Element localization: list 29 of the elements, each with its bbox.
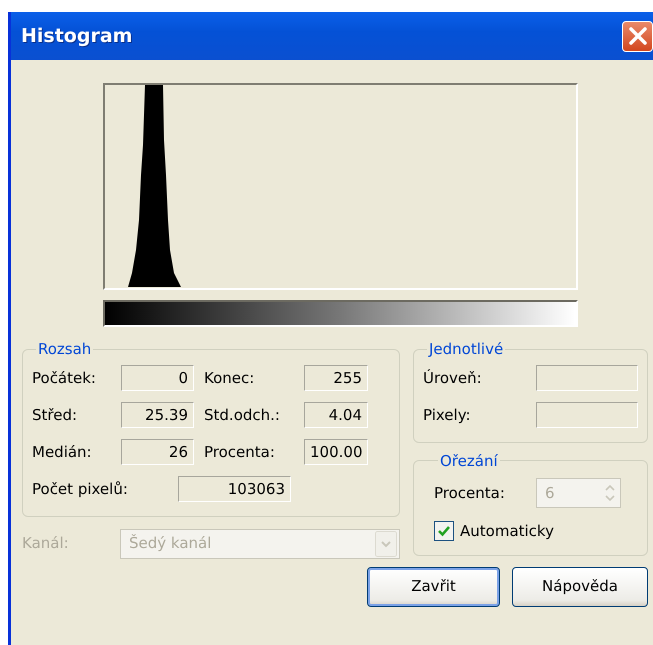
value-field: 255 [304, 365, 368, 391]
checkbox[interactable] [434, 521, 454, 541]
checkbox-label: Automaticky [460, 520, 554, 542]
field-label: Procenta: [204, 442, 276, 463]
group-title: Jednotlivé [427, 341, 504, 358]
check-icon [437, 524, 451, 538]
field-label: Úroveň: [423, 368, 483, 389]
field-label: Std.odch.: [204, 404, 281, 426]
group-title: Ořezání [439, 452, 499, 469]
close-icon [628, 26, 648, 46]
dialog-button[interactable]: Nápověda [512, 566, 648, 606]
field-label: Pixely: [423, 404, 472, 426]
field-label: Střed: [32, 404, 78, 426]
value-field: 103063 [178, 476, 291, 502]
dialog-button[interactable]: Zavřit [367, 566, 500, 606]
value-field: 0 [121, 365, 194, 391]
field-label: Procenta: [434, 482, 506, 504]
value-field: 100.00 [304, 439, 368, 465]
value-field: 25.39 [121, 402, 194, 428]
value-field: 26 [121, 439, 194, 465]
close-button[interactable] [622, 20, 653, 52]
field-label: Medián: [32, 442, 93, 463]
field-label: Počet pixelů: [32, 478, 129, 500]
group-title: Rozsah [37, 341, 92, 358]
field-label: Kanál: [22, 533, 70, 554]
field-label: Konec: [204, 368, 256, 389]
value-field: 4.04 [304, 402, 368, 428]
field-label: Počátek: [32, 368, 97, 389]
window-title: Histogram [21, 24, 132, 49]
